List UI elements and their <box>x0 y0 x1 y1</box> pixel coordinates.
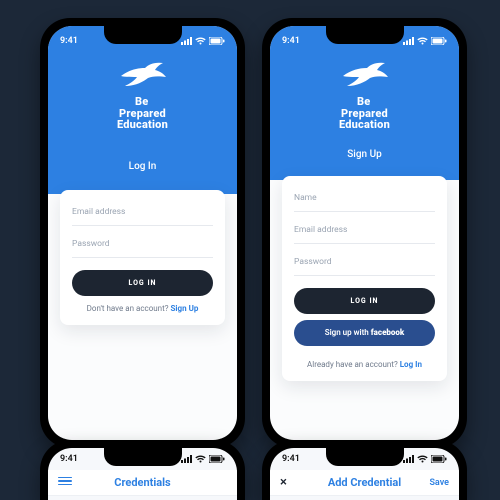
bird-logo <box>341 62 389 88</box>
signal-icon <box>181 455 192 463</box>
device-notch <box>104 26 182 44</box>
add-credential-navbar: × Add Credential Save <box>270 470 459 496</box>
password-field[interactable] <box>72 232 213 258</box>
phone-credentials: 9:41 Credentials <box>40 440 245 500</box>
brand-line-3: Education <box>339 118 390 131</box>
signup-title: Sign Up <box>347 149 382 160</box>
battery-icon <box>431 455 447 463</box>
phone-signup: 9:41 Be PreparedEducation Sign Up <box>262 18 467 448</box>
login-footer: Don't have an account? Sign Up <box>72 304 213 313</box>
signup-link[interactable]: Sign Up <box>170 304 198 313</box>
login-footer-text: Don't have an account? <box>87 304 171 313</box>
signup-card: LOG IN Sign up with facebook Already hav… <box>282 176 447 381</box>
facebook-signup-button[interactable]: Sign up with facebook <box>294 320 435 346</box>
password-field[interactable] <box>294 250 435 276</box>
wifi-icon <box>417 37 428 45</box>
close-icon[interactable]: × <box>280 476 310 489</box>
login-title: Log In <box>129 161 157 172</box>
wifi-icon <box>195 455 206 463</box>
credentials-navbar: Credentials <box>48 470 237 496</box>
status-time: 9:41 <box>60 36 78 46</box>
signal-icon <box>403 37 414 45</box>
facebook-button-prefix: Sign up with <box>325 328 369 337</box>
device-notch <box>326 448 404 466</box>
brand-wordmark: Be PreparedEducation <box>339 96 390 131</box>
status-time: 9:41 <box>282 454 300 464</box>
email-field[interactable] <box>294 218 435 244</box>
status-time: 9:41 <box>282 36 300 46</box>
signup-footer-text: Already have an account? <box>307 360 400 369</box>
wifi-icon <box>195 37 206 45</box>
battery-icon <box>209 455 225 463</box>
name-field[interactable] <box>294 186 435 212</box>
wifi-icon <box>417 455 428 463</box>
brand-wordmark: Be PreparedEducation <box>117 96 168 131</box>
login-card: LOG IN Don't have an account? Sign Up <box>60 190 225 325</box>
signal-icon <box>403 455 414 463</box>
login-link[interactable]: Log In <box>400 360 422 369</box>
login-screen: 9:41 <box>48 26 237 440</box>
brand-line-3: Education <box>117 118 168 131</box>
signup-submit-button[interactable]: LOG IN <box>294 288 435 314</box>
save-button[interactable]: Save <box>419 478 449 488</box>
signal-icon <box>181 37 192 45</box>
phone-login: 9:41 <box>40 18 245 448</box>
signup-hero: 9:41 Be PreparedEducation Sign Up <box>270 26 459 180</box>
phone-add-credential: 9:41 × Add Credential Save <box>262 440 467 500</box>
credentials-title: Credentials <box>88 476 197 489</box>
signup-screen: 9:41 Be PreparedEducation Sign Up <box>270 26 459 440</box>
login-button[interactable]: LOG IN <box>72 270 213 296</box>
bird-logo <box>119 62 167 88</box>
battery-icon <box>431 37 447 45</box>
device-notch <box>326 26 404 44</box>
add-credential-title: Add Credential <box>310 476 419 489</box>
login-hero: 9:41 <box>48 26 237 194</box>
email-field[interactable] <box>72 200 213 226</box>
hamburger-icon[interactable] <box>58 475 88 491</box>
battery-icon <box>209 37 225 45</box>
status-time: 9:41 <box>60 454 78 464</box>
signup-footer: Already have an account? Log In <box>294 360 435 369</box>
device-notch <box>104 448 182 466</box>
facebook-button-bold: facebook <box>371 328 405 337</box>
